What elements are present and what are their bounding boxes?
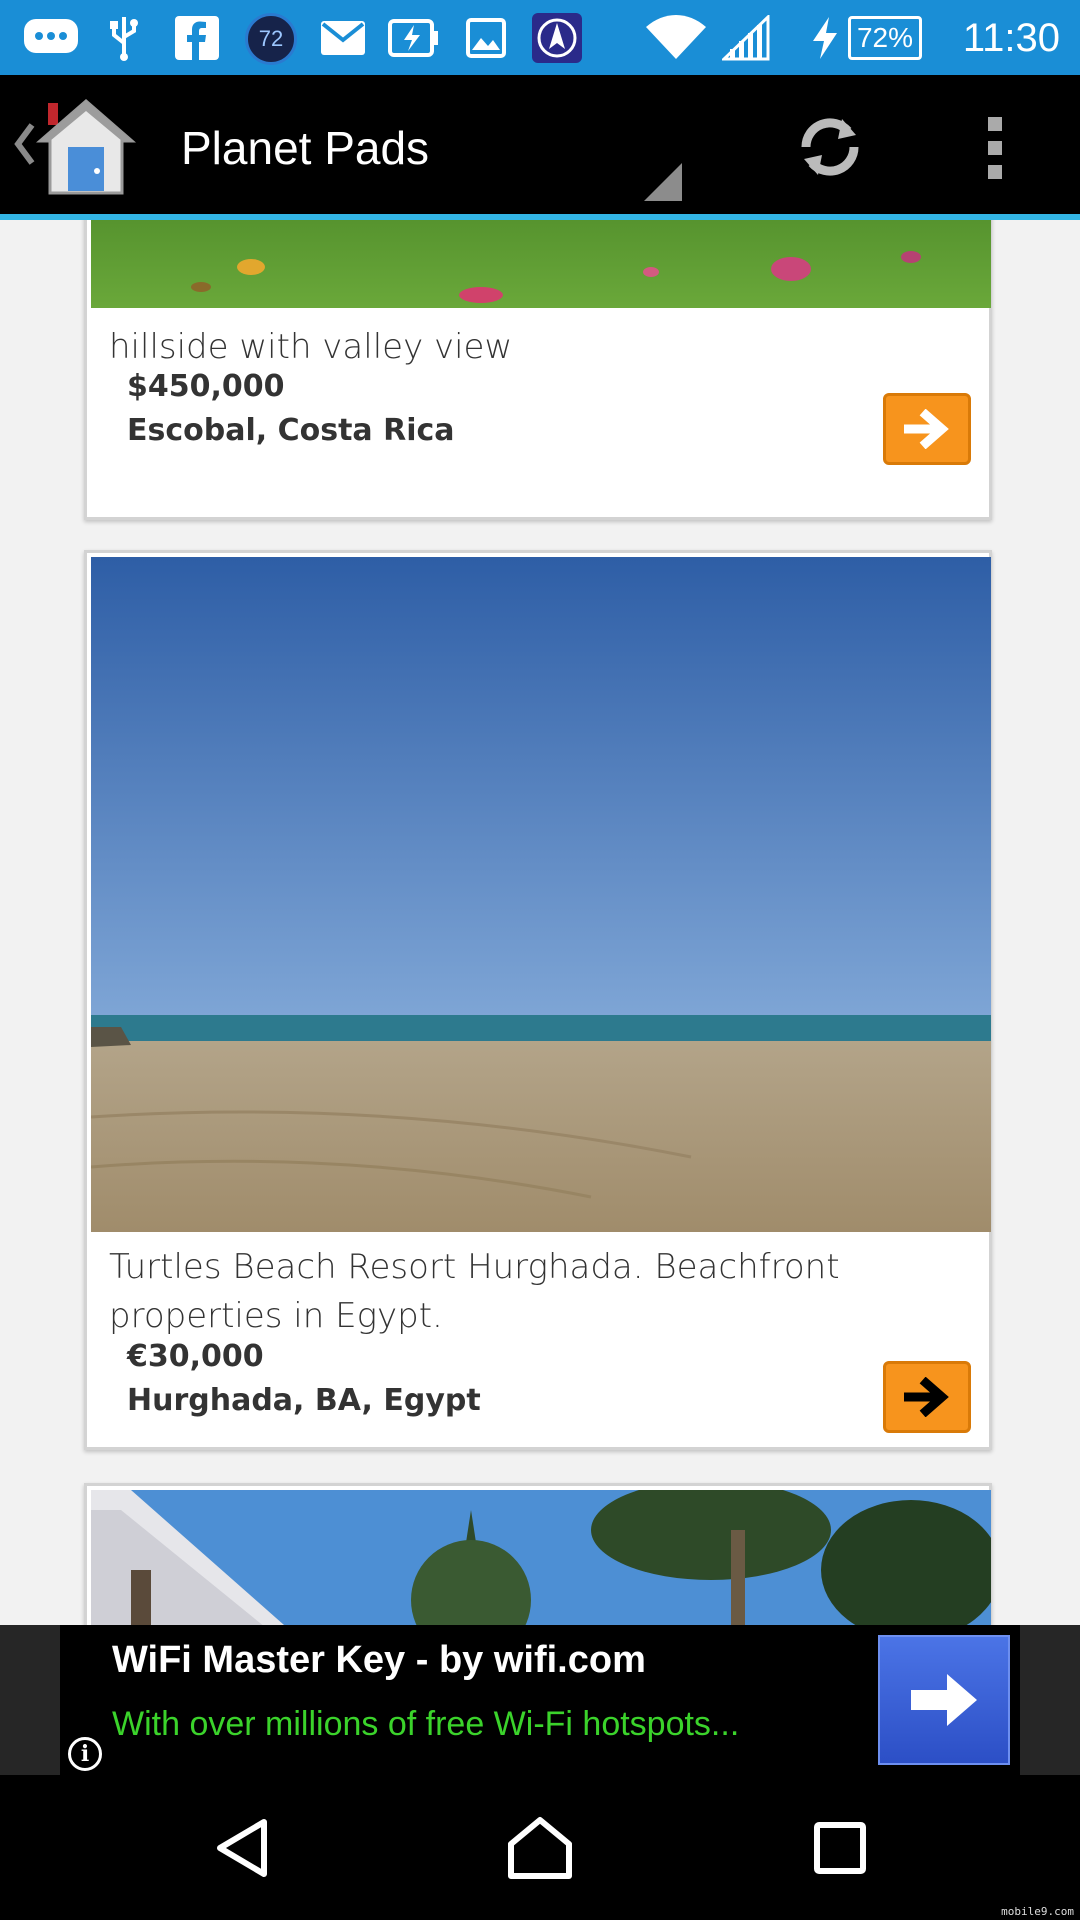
usb-icon xyxy=(104,12,144,64)
action-bar: Planet Pads xyxy=(0,75,1080,214)
view-listing-button[interactable] xyxy=(883,393,971,465)
ad-cta-button[interactable] xyxy=(878,1635,1010,1765)
overflow-menu-icon[interactable] xyxy=(976,113,1016,183)
listing-title: hillside with valley view xyxy=(109,327,513,367)
arrow-right-icon xyxy=(904,1377,949,1417)
nav-app-icon xyxy=(532,12,582,64)
recents-square-icon xyxy=(814,1821,866,1874)
back-chevron-icon[interactable] xyxy=(10,119,38,169)
ad-banner[interactable]: WiFi Master Key - by wifi.com With over … xyxy=(0,1625,1080,1775)
listing-photo[interactable] xyxy=(91,557,991,1232)
chat-icon xyxy=(22,12,80,64)
nav-back-button[interactable] xyxy=(172,1775,312,1920)
app-title[interactable]: Planet Pads xyxy=(181,113,429,183)
listing-location: Hurghada, BA, Egypt xyxy=(127,1383,481,1418)
listing-price: €30,000 xyxy=(127,1339,264,1374)
ad-title[interactable]: WiFi Master Key - by wifi.com xyxy=(112,1639,646,1682)
signal-icon xyxy=(722,12,770,64)
ad-content[interactable]: WiFi Master Key - by wifi.com With over … xyxy=(60,1625,1020,1775)
wifi-icon xyxy=(646,12,706,64)
notification-badge-icon: 72 xyxy=(245,13,297,65)
ad-subtitle[interactable]: With over millions of free Wi-Fi hotspot… xyxy=(112,1705,739,1744)
battery-indicator: 72% xyxy=(848,16,922,60)
listing-price: $450,000 xyxy=(127,369,285,404)
clock: 11:30 xyxy=(962,16,1060,60)
watermark: mobile9.com xyxy=(1001,1905,1074,1918)
listing-feed[interactable]: hillside with valley view $450,000 Escob… xyxy=(0,220,1080,1625)
spinner-corner-icon[interactable] xyxy=(644,163,682,201)
listing-card[interactable]: Turtles Beach Resort Hurghada. Beachfron… xyxy=(84,550,992,1450)
view-listing-button[interactable] xyxy=(883,1361,971,1433)
listing-card[interactable] xyxy=(84,1483,992,1625)
listing-photo[interactable] xyxy=(91,220,991,308)
charging-icon xyxy=(810,12,840,64)
ad-info-icon[interactable]: i xyxy=(68,1737,102,1771)
home-outline-icon xyxy=(508,1816,572,1879)
arrow-right-icon xyxy=(911,1674,977,1726)
status-bar: 72 72% 11:30 xyxy=(0,0,1080,75)
navigation-bar: mobile9.com xyxy=(0,1775,1080,1920)
facebook-icon xyxy=(174,12,220,64)
arrow-right-icon xyxy=(904,409,949,449)
nav-recents-button[interactable] xyxy=(770,1775,910,1920)
listing-title: Turtles Beach Resort Hurghada. Beachfron… xyxy=(109,1247,840,1336)
back-triangle-icon xyxy=(217,1818,267,1877)
home-app-icon[interactable] xyxy=(35,97,137,197)
battery-saver-icon xyxy=(388,12,440,64)
refresh-icon[interactable] xyxy=(790,107,870,187)
mail-icon xyxy=(320,12,366,64)
listing-location: Escobal, Costa Rica xyxy=(127,413,455,448)
image-icon xyxy=(466,12,506,64)
listing-photo[interactable] xyxy=(91,1490,991,1625)
nav-home-button[interactable] xyxy=(470,1775,610,1920)
listing-card[interactable]: hillside with valley view $450,000 Escob… xyxy=(84,220,992,520)
